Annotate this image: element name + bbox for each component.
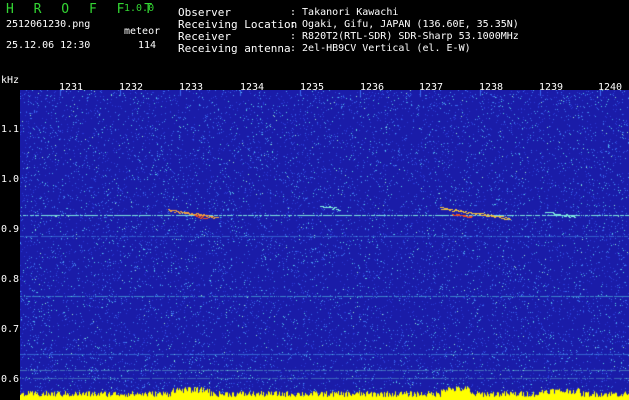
- spectrogram-canvas: [20, 90, 629, 400]
- meteor-label: meteor: [124, 26, 161, 37]
- date-time: 25.12.06 12:30: [6, 40, 91, 51]
- info-value-receiver: : R820T2(RTL-SDR) SDR-Sharp 53.1000MHz: [290, 31, 519, 42]
- info-value-location: : Ogaki, Gifu, JAPAN (136.60E, 35.35N): [290, 19, 519, 30]
- meteor-count: 114: [138, 40, 157, 51]
- app-version: 1.0.0: [124, 3, 155, 14]
- y-tick-0-7: 0.7: [1, 324, 20, 335]
- y-axis-unit: kHz: [1, 75, 20, 86]
- info-value-antenna: : 2el-HB9CV Vertical (el. E-W): [290, 43, 471, 54]
- y-tick-0-8: 0.8: [1, 274, 20, 285]
- y-tick-0-9: 0.9: [1, 224, 20, 235]
- info-value-observer: : Takanori Kawachi: [290, 7, 399, 18]
- info-key-antenna: Receiving antenna: [178, 42, 291, 55]
- file-name: 2512061230.png: [6, 19, 91, 30]
- y-tick-1-0: 1.0: [1, 174, 20, 185]
- y-tick-0-6: 0.6: [1, 374, 20, 385]
- spectrogram-panel: [20, 90, 629, 400]
- y-tick-1-1: 1.1: [1, 124, 20, 135]
